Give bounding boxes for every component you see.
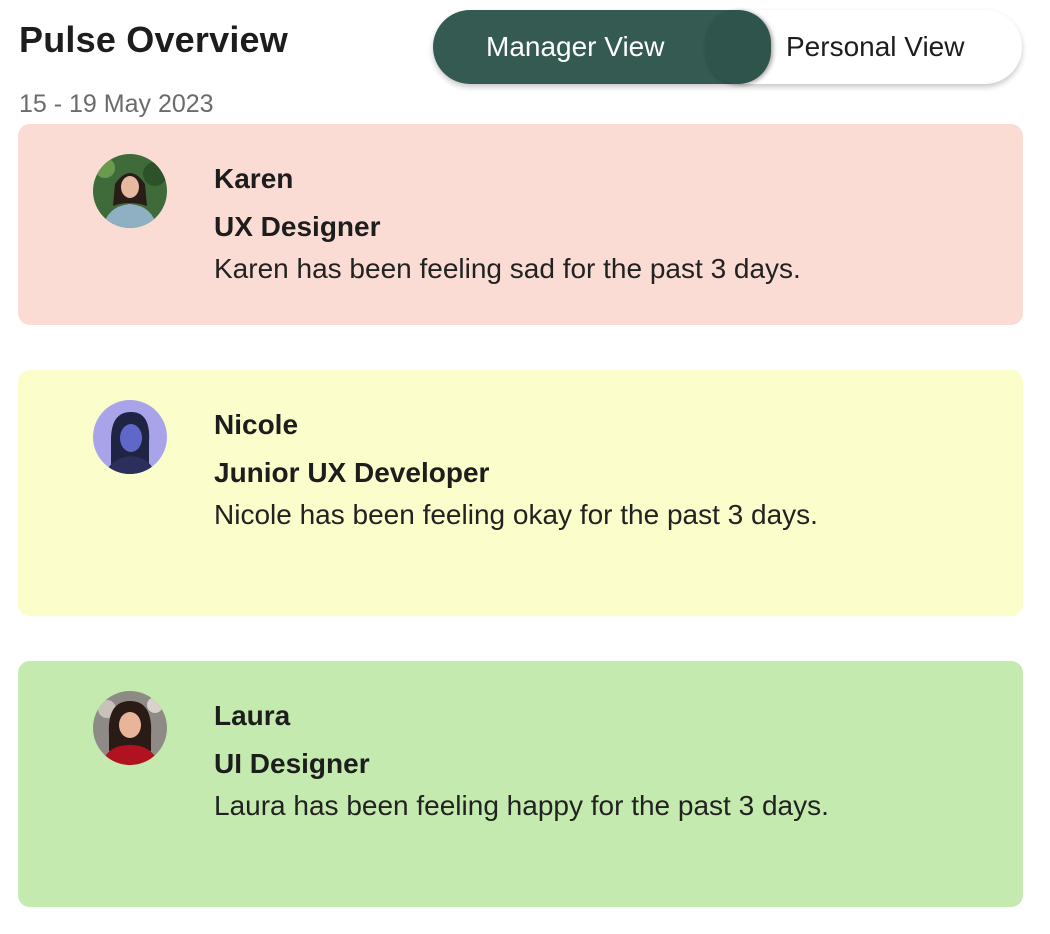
personal-view-button[interactable]: Personal View [786, 10, 964, 84]
employee-card-karen[interactable]: Karen UX Designer Karen has been feeling… [18, 124, 1023, 325]
avatar-photo-icon [93, 400, 167, 474]
avatar-photo-icon [93, 691, 167, 765]
avatar-karen [93, 154, 167, 228]
avatar-nicole [93, 400, 167, 474]
person-role: UI Designer [214, 748, 370, 779]
page-title: Pulse Overview [19, 19, 288, 60]
view-toggle[interactable]: Manager View Personal View [433, 10, 1022, 84]
date-range: 15 - 19 May 2023 [19, 90, 214, 118]
personal-view-label: Personal View [786, 31, 965, 62]
mood-status: Karen has been feeling sad for the past … [214, 253, 801, 284]
mood-status: Laura has been feeling happy for the pas… [214, 790, 829, 821]
person-name: Karen [214, 163, 294, 194]
avatar-photo-icon [93, 154, 167, 228]
person-name: Nicole [214, 409, 299, 440]
person-name: Laura [214, 700, 291, 731]
employee-card-nicole[interactable]: Nicole Junior UX Developer Nicole has be… [18, 370, 1023, 616]
person-role: Junior UX Developer [214, 457, 490, 488]
person-role: UX Designer [214, 211, 381, 242]
toggle-knob[interactable] [705, 10, 771, 84]
mood-status: Nicole has been feeling okay for the pas… [214, 499, 818, 530]
avatar-laura [93, 691, 167, 765]
employee-card-laura[interactable]: Laura UI Designer Laura has been feeling… [18, 661, 1023, 907]
manager-view-label: Manager View [486, 31, 665, 62]
